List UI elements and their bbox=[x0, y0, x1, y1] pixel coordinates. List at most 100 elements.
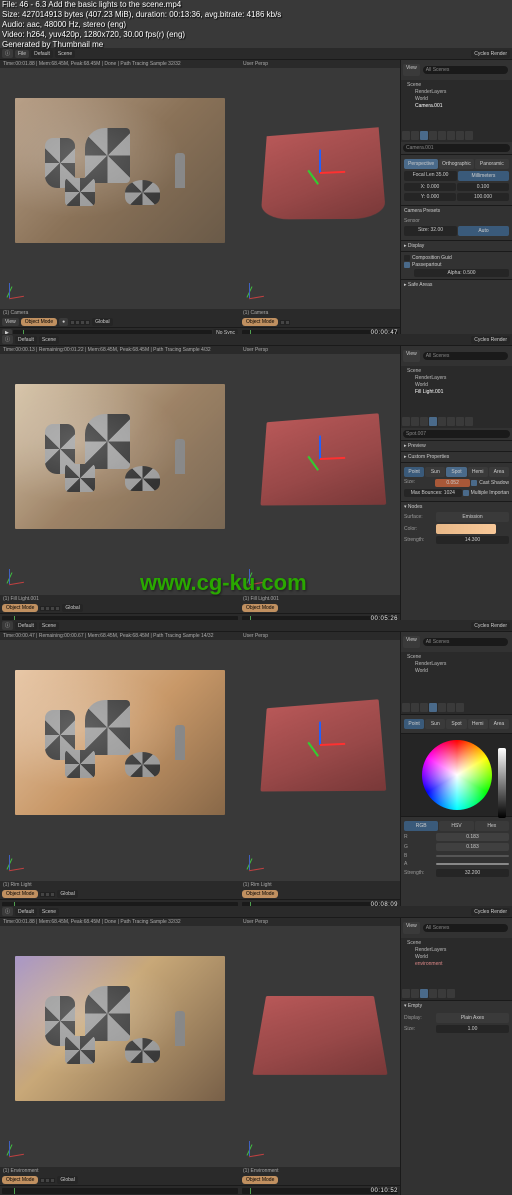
light-area[interactable]: Area bbox=[489, 467, 509, 477]
video-timestamp: 00:10:52 bbox=[371, 1188, 398, 1194]
a-value[interactable] bbox=[436, 863, 509, 865]
g-value[interactable]: 0.183 bbox=[436, 843, 509, 851]
outliner-item[interactable]: World bbox=[403, 96, 510, 103]
alpha-val[interactable]: Alpha: 0.500 bbox=[414, 269, 509, 277]
empty-panel-header[interactable]: ▾ Empty bbox=[404, 1003, 509, 1009]
render-view[interactable] bbox=[0, 354, 240, 595]
axis-gizmo-icon bbox=[246, 283, 264, 301]
viewport-toolbar: View Object Mode ● Global bbox=[0, 317, 240, 327]
persp-label: User Persp bbox=[240, 60, 400, 68]
render-status: Time:00:01.88 | Mem:68.45M, Peak:68.45M … bbox=[0, 60, 240, 68]
file-info-overlay: File: 46 - 6.3 Add the basic lights to t… bbox=[2, 0, 281, 50]
lamp-name[interactable]: Spot.007 bbox=[403, 430, 510, 438]
light-spot[interactable]: Spot bbox=[446, 467, 466, 477]
outliner[interactable]: Scene RenderLayers World Fill Light.001 bbox=[401, 366, 512, 416]
layout-preset[interactable]: Default bbox=[31, 50, 53, 58]
render-status: Time:00:00.47 | Remaining:00:00.67 | Mem… bbox=[0, 632, 240, 640]
scene-viewport: User Persp (1) Camera Object Mode 00:00:… bbox=[240, 60, 400, 337]
focal-length[interactable]: Focal Len 35.00 bbox=[404, 171, 457, 181]
r-value[interactable]: 0.183 bbox=[436, 833, 509, 841]
outliner-item[interactable]: Camera.001 bbox=[403, 103, 510, 110]
empty-display-type[interactable]: Plain Axes bbox=[436, 1013, 509, 1023]
b-value[interactable] bbox=[436, 855, 509, 857]
mode-selector[interactable]: Object Mode bbox=[2, 604, 38, 612]
orientation[interactable]: Global bbox=[62, 604, 82, 612]
file-menu[interactable]: File bbox=[15, 50, 29, 58]
sensor-size[interactable]: Size: 32.00 bbox=[404, 226, 457, 236]
lens-pano[interactable]: Panoramic bbox=[475, 159, 509, 169]
rgb-mode[interactable]: RGB bbox=[404, 821, 438, 831]
clip-end[interactable]: 100.000 bbox=[457, 193, 509, 201]
outliner[interactable]: Scene RenderLayers World environment bbox=[401, 938, 512, 988]
light-size[interactable]: 0.052 bbox=[435, 479, 470, 487]
view-menu[interactable]: View bbox=[2, 318, 19, 326]
audio-line: Audio: aac, 48000 Hz, stereo (eng) bbox=[2, 20, 281, 30]
axis-gizmo-icon bbox=[6, 283, 24, 301]
sensor-label: Sensor bbox=[404, 218, 509, 224]
info-icon[interactable]: ⓘ bbox=[2, 49, 13, 58]
safe-areas[interactable]: ▸ Safe Areas bbox=[401, 279, 512, 290]
properties-panel: View All Scenes Scene RenderLayers World… bbox=[400, 60, 512, 337]
outliner-item[interactable]: RenderLayers bbox=[403, 89, 510, 96]
outliner-scene[interactable]: Scene bbox=[403, 82, 510, 89]
lens-perspective[interactable]: Perspective bbox=[404, 159, 438, 169]
strength-value[interactable]: 32.200 bbox=[436, 869, 509, 877]
outliner[interactable]: Scene RenderLayers World Camera.001 bbox=[401, 80, 512, 130]
render-status: Time:00:00.13 | Remaining:00:01.22 | Mem… bbox=[0, 346, 240, 354]
3d-view[interactable] bbox=[240, 68, 400, 309]
color-swatch[interactable] bbox=[436, 524, 496, 534]
sensor-fit[interactable]: Auto bbox=[458, 226, 509, 236]
main-menu-bar: ⓘ Default Scene Cycles Render bbox=[0, 620, 512, 632]
render-view[interactable] bbox=[0, 926, 240, 1167]
focal-units[interactable]: Millimeters bbox=[458, 171, 509, 181]
mode-selector[interactable]: Object Mode bbox=[242, 318, 278, 326]
persp-label: User Persp bbox=[240, 346, 400, 354]
value-slider[interactable] bbox=[498, 748, 506, 818]
view-label: (1) Fill Light.001 bbox=[0, 595, 240, 603]
hsv-mode[interactable]: HSV bbox=[439, 821, 473, 831]
3d-view[interactable] bbox=[240, 926, 400, 1167]
max-bounces[interactable]: Max Bounces: 1024 bbox=[404, 489, 462, 497]
watermark: www.cg-ku.com bbox=[140, 570, 307, 596]
scene-selector[interactable]: Scene bbox=[39, 336, 59, 344]
search-field[interactable]: All Scenes bbox=[423, 66, 508, 74]
layout-preset[interactable]: Default bbox=[15, 336, 37, 344]
property-tabs[interactable] bbox=[401, 130, 512, 142]
light-sun[interactable]: Sun bbox=[425, 467, 445, 477]
layer-buttons[interactable] bbox=[70, 320, 90, 325]
scene-selector[interactable]: Scene bbox=[55, 50, 75, 58]
shift-y[interactable]: Y: 0.000 bbox=[404, 193, 456, 201]
render-status: Time:00:01.88 | Mem:68.45M, Peak:68.45M … bbox=[0, 918, 240, 926]
passepartout[interactable]: Passepartout bbox=[412, 262, 441, 268]
render-view[interactable] bbox=[0, 640, 240, 881]
mode-selector[interactable]: Object Mode bbox=[21, 318, 57, 326]
layer-buttons[interactable] bbox=[280, 320, 290, 325]
info-icon[interactable]: ⓘ bbox=[2, 335, 13, 344]
view-menu[interactable]: View bbox=[403, 64, 420, 76]
main-menu-bar: ⓘ Default Scene Cycles Render bbox=[0, 906, 512, 918]
3d-view[interactable] bbox=[240, 354, 400, 595]
hex-mode[interactable]: Hex bbox=[475, 821, 509, 831]
empty-size[interactable]: 1.00 bbox=[436, 1025, 509, 1033]
shading-icon[interactable]: ● bbox=[59, 318, 68, 326]
3d-view[interactable] bbox=[240, 640, 400, 881]
light-hemi[interactable]: Hemi bbox=[468, 467, 488, 477]
render-engine[interactable]: Cycles Render bbox=[471, 50, 510, 58]
light-point[interactable]: Point bbox=[404, 467, 424, 477]
view-label: (1) Camera bbox=[0, 309, 240, 317]
clip-start[interactable]: 0.100 bbox=[457, 183, 509, 191]
lens-ortho[interactable]: Orthographic bbox=[439, 159, 473, 169]
render-engine[interactable]: Cycles Render bbox=[471, 336, 510, 344]
orientation[interactable]: Global bbox=[92, 318, 112, 326]
outliner[interactable]: Scene RenderLayers World bbox=[401, 652, 512, 702]
strength-value[interactable]: 14.300 bbox=[436, 536, 509, 544]
camera-presets-header[interactable]: Camera Presets bbox=[404, 208, 509, 214]
render-view[interactable] bbox=[0, 68, 240, 309]
surface-shader[interactable]: Emission bbox=[436, 512, 509, 522]
display-section[interactable]: ▸ Display bbox=[401, 240, 512, 251]
datablock-name[interactable]: Camera.001 bbox=[403, 144, 510, 152]
color-wheel[interactable] bbox=[422, 740, 492, 810]
comp-guides[interactable]: Composition Guid bbox=[412, 255, 452, 261]
shift-x[interactable]: X: 0.000 bbox=[404, 183, 456, 191]
mode-selector[interactable]: Object Mode bbox=[242, 604, 278, 612]
